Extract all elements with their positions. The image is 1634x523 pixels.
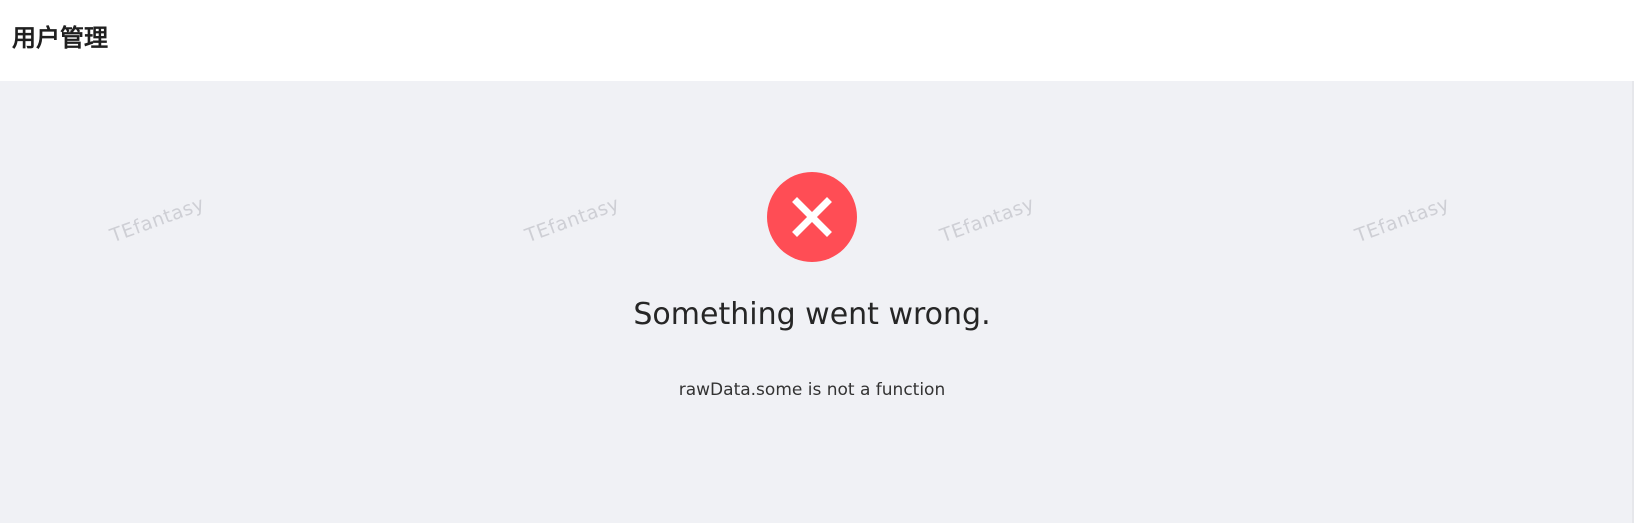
watermark-text: TEfantasy — [937, 192, 1038, 248]
watermark-text: TEfantasy — [107, 192, 208, 248]
error-message: rawData.some is not a function — [678, 380, 946, 400]
error-status-icon — [767, 172, 857, 262]
error-content-area: TEfantasy TEfantasy TEfantasy TEfantasy … — [0, 81, 1634, 523]
close-icon — [792, 197, 832, 237]
page-header: 用户管理 — [0, 0, 1634, 81]
watermark-text: TEfantasy — [1352, 192, 1453, 248]
page-title: 用户管理 — [12, 24, 108, 52]
watermark-text: TEfantasy — [522, 192, 623, 248]
error-title: Something went wrong. — [633, 297, 991, 332]
